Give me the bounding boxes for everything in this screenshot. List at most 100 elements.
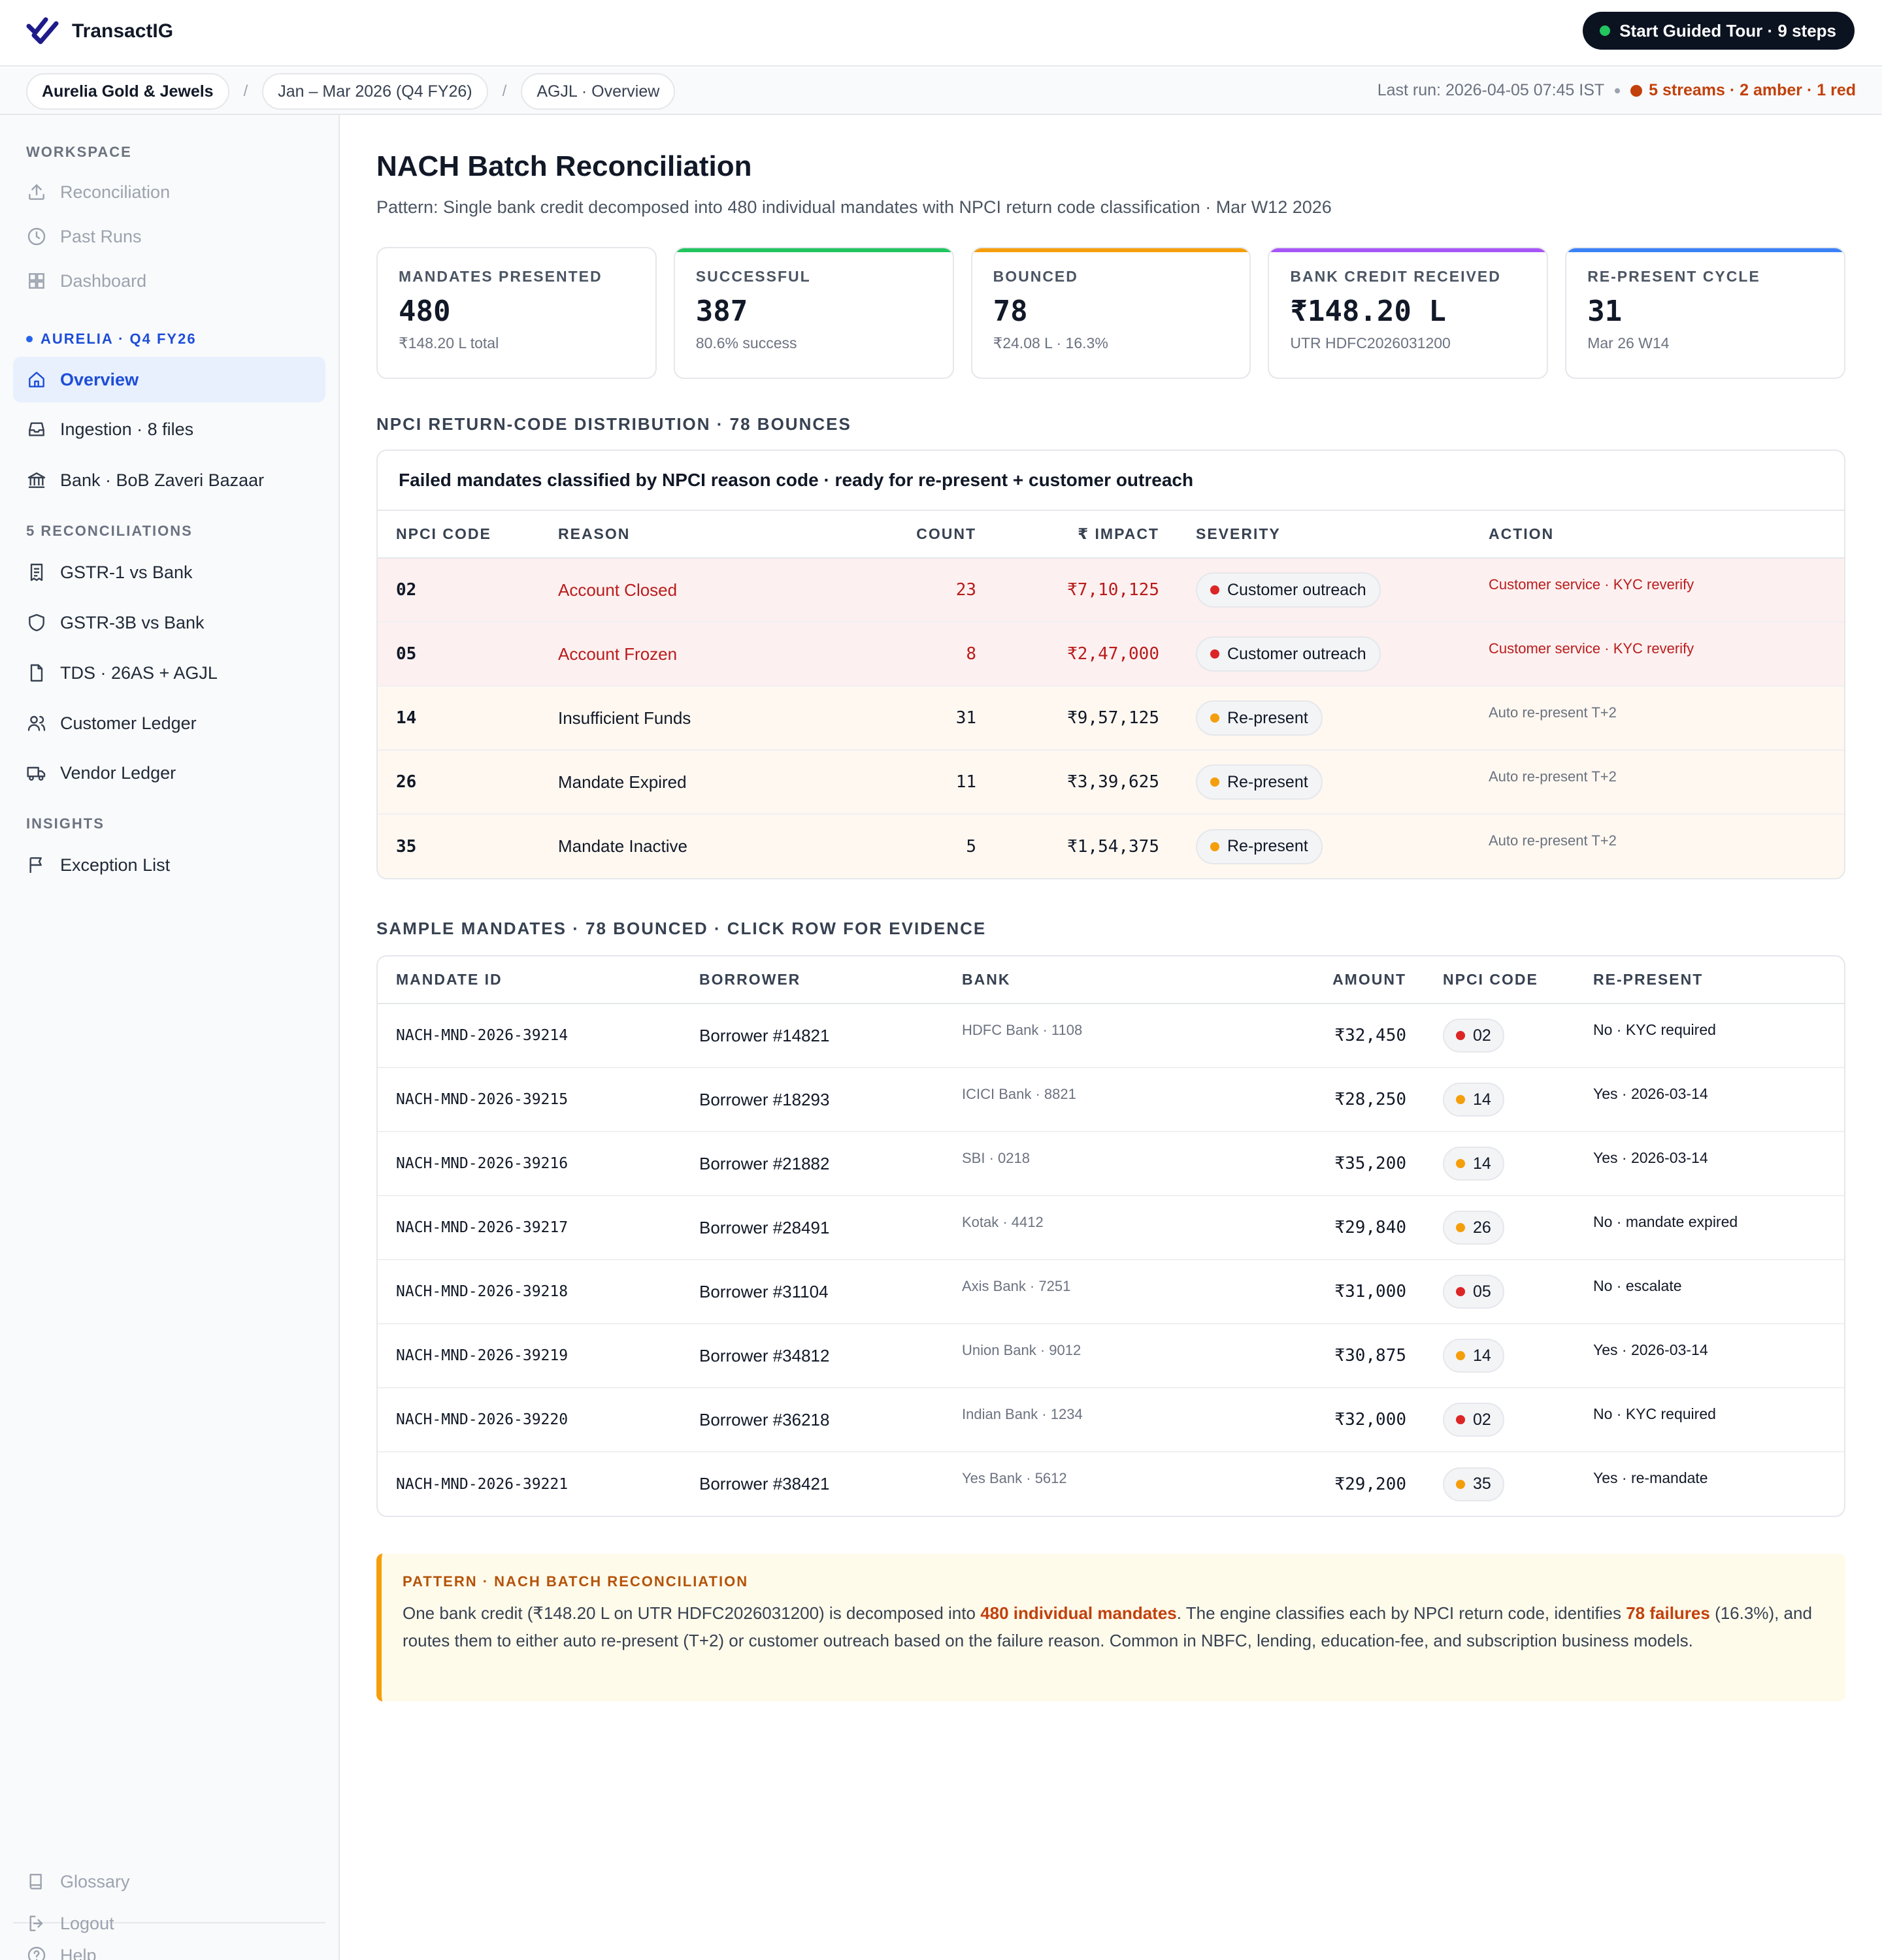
sidebar-item-exception-list[interactable]: Exception List [13, 842, 325, 888]
bank-icon [27, 472, 46, 488]
action-label: Auto re-present T+2 [1489, 768, 1617, 785]
mandate-id-cell: NACH-MND-2026-39220 [378, 1388, 699, 1452]
severity-cell: Customer outreach [1159, 558, 1489, 623]
sidebar-item-gstr1[interactable]: GSTR-1 vs Bank [13, 549, 325, 595]
code-dot-icon [1456, 1287, 1465, 1296]
mandate-id-cell: NACH-MND-2026-39221 [396, 1475, 569, 1493]
breadcrumb-view[interactable]: AGJL · Overview [521, 73, 676, 110]
table-row[interactable]: 35 Mandate Inactive 5 ₹1,54,375 Re-present Au… [378, 814, 1844, 878]
npci-code-badge: 14 [1443, 1339, 1504, 1373]
breadcrumb-period[interactable]: Jan – Mar 2026 (Q4 FY26) [262, 73, 488, 110]
distribution-section-title: NPCI RETURN-CODE DISTRIBUTION · 78 BOUNC… [376, 414, 851, 434]
pattern-callout: PATTERN · NACH BATCH RECONCILIATION One … [376, 1554, 1845, 1701]
column-header[interactable]: AMOUNT [1230, 956, 1406, 1004]
logout-icon [29, 1916, 43, 1931]
represent-cell: No · mandate expired [1593, 1196, 1844, 1260]
npci-code-label: 02 [1473, 1410, 1491, 1429]
represent-cell: Yes · re-mandate [1593, 1452, 1844, 1516]
column-header[interactable]: REASON [558, 511, 839, 559]
mandate-id-cell: NACH-MND-2026-39214 [378, 1004, 699, 1068]
code-dot-icon [1456, 1351, 1465, 1360]
sidebar-item-vendor-ledger[interactable]: Vendor Ledger [13, 750, 325, 796]
table-row[interactable]: NACH-MND-2026-39217 Borrower #28491 Kotak … [378, 1196, 1844, 1260]
count-cell: 5 [839, 814, 976, 878]
guided-tour-button[interactable]: Start Guided Tour · 9 steps [1583, 12, 1855, 50]
column-header[interactable]: SEVERITY [1159, 511, 1489, 559]
streams-status-text: 5 streams · 2 amber · 1 red [1649, 81, 1856, 99]
table-row[interactable]: NACH-MND-2026-39219 Borrower #34812 Union … [378, 1324, 1844, 1388]
last-run-text: Last run: 2026-04-05 07:45 IST [1377, 81, 1605, 99]
table-row[interactable]: NACH-MND-2026-39218 Borrower #31104 Axis B… [378, 1260, 1844, 1324]
client-dot-icon [26, 336, 33, 342]
table-row[interactable]: NACH-MND-2026-39220 Borrower #36218 Indian… [378, 1388, 1844, 1452]
sidebar-item-bank[interactable]: Bank · BoB Zaveri Bazaar [13, 457, 325, 503]
distribution-card: Failed mandates classified by NPCI reaso… [376, 449, 1845, 879]
sidebar-item-logout[interactable]: Logout [13, 1903, 325, 1944]
pattern-label: PATTERN · NACH BATCH RECONCILIATION [403, 1573, 749, 1590]
bank-cell: HDFC Bank · 1108 [962, 1004, 1230, 1068]
table-row[interactable]: 26 Mandate Expired 11 ₹3,39,625 Re-present Au… [378, 750, 1844, 815]
severity-cell: Re-present [1159, 686, 1489, 751]
npci-code-cell: 35 [378, 814, 558, 878]
pattern-highlight: 480 individual mandates [980, 1603, 1177, 1623]
table-row[interactable]: NACH-MND-2026-39214 Borrower #14821 HDFC B… [378, 1004, 1844, 1068]
kpi-sub: ₹24.08 L · 16.3% [993, 335, 1108, 351]
sidebar-item-customer-ledger[interactable]: Customer Ledger [13, 700, 325, 746]
column-header[interactable]: NPCI CODE [378, 511, 558, 559]
grid-icon [29, 273, 44, 289]
column-header[interactable]: ACTION [1489, 511, 1844, 559]
represent-label: No · mandate expired [1593, 1213, 1738, 1230]
sidebar-item-ingestion[interactable]: Ingestion · 8 files [13, 406, 325, 452]
column-header[interactable]: ₹ IMPACT [976, 511, 1159, 559]
sidebar-item-overview[interactable]: Overview [13, 357, 325, 402]
severity-dot-icon [1210, 585, 1219, 595]
severity-cell: Re-present [1159, 750, 1489, 815]
streams-status[interactable]: 5 streams · 2 amber · 1 red [1630, 81, 1856, 100]
represent-label: No · KYC required [1593, 1021, 1716, 1038]
sidebar-item-gstr3b[interactable]: GSTR-3B vs Bank [13, 600, 325, 645]
sidebar-item-past-runs[interactable]: Past Runs [13, 214, 325, 259]
table-row[interactable]: NACH-MND-2026-39221 Borrower #38421 Yes Ba… [378, 1452, 1844, 1516]
column-header[interactable]: RE-PRESENT [1593, 956, 1844, 1004]
bank-cell: Kotak · 4412 [962, 1196, 1230, 1260]
sidebar-item-tds[interactable]: TDS · 26AS + AGJL [13, 650, 325, 696]
npci-code-label: 14 [1473, 1154, 1491, 1173]
breadcrumb-client[interactable]: Aurelia Gold & Jewels [26, 73, 229, 110]
sidebar-item-reconciliation[interactable]: Reconciliation [13, 169, 325, 215]
count-cell: 23 [839, 558, 976, 623]
distribution-table-body: 02 Account Closed 23 ₹7,10,125 Customer outr… [378, 558, 1844, 878]
pattern-text: One bank credit (₹148.20 L on UTR HDFC20… [403, 1599, 1822, 1654]
sidebar-item-label: Dashboard [60, 270, 147, 291]
table-row[interactable]: NACH-MND-2026-39215 Borrower #18293 ICICI … [378, 1068, 1844, 1132]
table-row[interactable]: 02 Account Closed 23 ₹7,10,125 Customer outr… [378, 558, 1844, 623]
column-header[interactable]: BANK [962, 956, 1230, 1004]
table-row[interactable]: 05 Account Frozen 8 ₹2,47,000 Customer outre… [378, 622, 1844, 687]
kpi-card-represent-cycle: RE-PRESENT CYCLE 31 Mar 26 W14 [1565, 247, 1845, 379]
action-cell: Customer service · KYC reverify [1489, 558, 1844, 623]
column-header[interactable]: BORROWER [699, 956, 962, 1004]
npci-code-label: 02 [1473, 1026, 1491, 1045]
column-header[interactable]: MANDATE ID [378, 956, 699, 1004]
breadcrumb: Aurelia Gold & Jewels / Jan – Mar 2026 (… [26, 73, 676, 110]
breadcrumb-bar: Aurelia Gold & Jewels / Jan – Mar 2026 (… [0, 68, 1882, 115]
represent-label: Yes · 2026-03-14 [1593, 1149, 1708, 1166]
borrower-cell: Borrower #31104 [699, 1260, 962, 1324]
table-row[interactable]: NACH-MND-2026-39216 Borrower #21882 SBI · … [378, 1132, 1844, 1196]
reason-cell: Insufficient Funds [558, 686, 839, 751]
amount-cell: ₹29,200 [1334, 1474, 1406, 1494]
kpi-value: 78 [993, 295, 1028, 328]
severity-dot-icon [1210, 713, 1219, 723]
kpi-card-bank-credit: BANK CREDIT RECEIVED ₹148.20 L UTR HDFC2… [1268, 247, 1549, 379]
sidebar-item-dashboard[interactable]: Dashboard [13, 258, 325, 304]
column-header[interactable]: NPCI CODE [1406, 956, 1593, 1004]
clock-icon [27, 227, 46, 246]
severity-label: Re-present [1227, 772, 1308, 791]
brand[interactable]: TransactIG [26, 14, 173, 48]
mandate-id-cell: NACH-MND-2026-39215 [378, 1068, 699, 1132]
sidebar-item-glossary[interactable]: Glossary [13, 1861, 325, 1903]
bank-cell: Union Bank · 9012 [962, 1324, 1230, 1388]
table-row[interactable]: 14 Insufficient Funds 31 ₹9,57,125 Re-presen… [378, 686, 1844, 751]
borrower-cell: Borrower #18293 [699, 1068, 962, 1132]
column-header[interactable]: COUNT [839, 511, 976, 559]
kpi-accent-bar [972, 248, 1250, 252]
